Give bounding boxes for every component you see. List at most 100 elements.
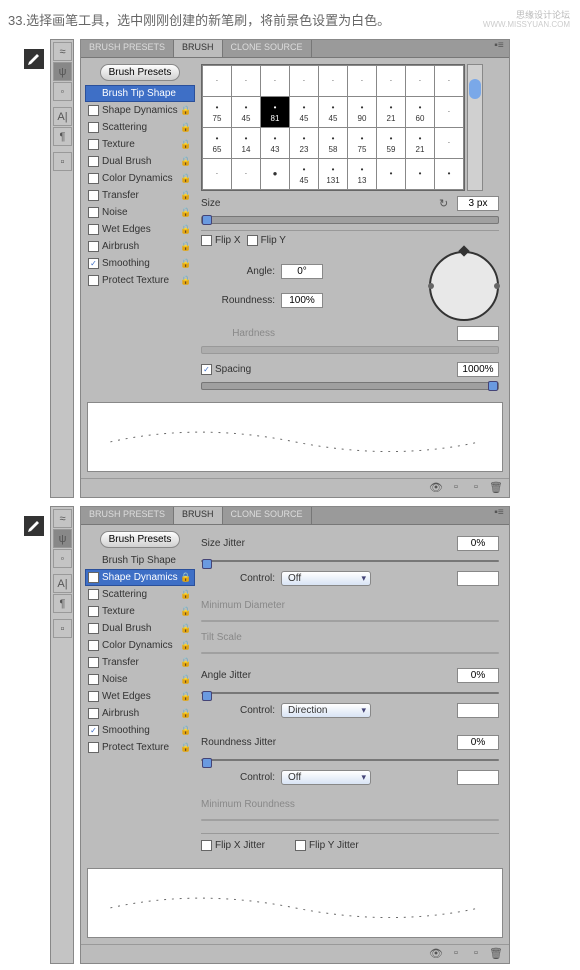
tab-brush-presets[interactable]: BRUSH PRESETS xyxy=(81,40,174,57)
brush-cell[interactable]: · xyxy=(435,128,463,158)
new-icon-2[interactable]: ▫ xyxy=(469,947,483,961)
option-smoothing[interactable]: Smoothing🔒 xyxy=(85,722,195,739)
brush-cell[interactable]: •14 xyxy=(232,128,260,158)
grid-scrollbar[interactable] xyxy=(467,64,483,191)
option-noise[interactable]: Noise🔒 xyxy=(85,204,195,221)
trash-icon-2[interactable]: 🗑 xyxy=(489,947,503,961)
brush-cell[interactable]: •45 xyxy=(319,97,347,127)
angle-jitter-slider[interactable] xyxy=(201,692,499,694)
option-checkbox[interactable] xyxy=(88,742,99,753)
tab-clone-source[interactable]: CLONE SOURCE xyxy=(223,40,312,57)
angle-preview[interactable] xyxy=(429,251,499,321)
size-slider[interactable] xyxy=(201,216,499,224)
brush-cell[interactable]: · xyxy=(203,66,231,96)
doc-icon[interactable]: ▫ xyxy=(449,481,463,495)
option-color-dynamics[interactable]: Color Dynamics🔒 xyxy=(85,637,195,654)
lock-icon[interactable]: 🔒 xyxy=(180,105,192,116)
option-checkbox[interactable] xyxy=(88,275,99,286)
panel-menu-icon-2[interactable]: ▪≡ xyxy=(489,507,509,524)
tab-brush[interactable]: BRUSH xyxy=(174,40,223,57)
brush-cell[interactable]: ● xyxy=(261,159,289,189)
brush-cell[interactable]: · xyxy=(232,159,260,189)
tool-btn-2[interactable]: ψ xyxy=(53,62,72,81)
brush-cell[interactable]: · xyxy=(435,97,463,127)
option-wet-edges[interactable]: Wet Edges🔒 xyxy=(85,688,195,705)
size-input[interactable] xyxy=(457,196,499,211)
brush-cell[interactable]: · xyxy=(406,66,434,96)
lock-icon[interactable]: 🔒 xyxy=(180,657,192,668)
brush-cell[interactable]: •43 xyxy=(261,128,289,158)
option-texture[interactable]: Texture🔒 xyxy=(85,603,195,620)
brush-cell[interactable]: •131 xyxy=(319,159,347,189)
tab-clone-source-2[interactable]: CLONE SOURCE xyxy=(223,507,312,524)
brush-presets-button[interactable]: Brush Presets xyxy=(100,64,181,81)
option-texture[interactable]: Texture🔒 xyxy=(85,136,195,153)
option-wet-edges[interactable]: Wet Edges🔒 xyxy=(85,221,195,238)
tool-btn-4[interactable]: A| xyxy=(53,107,72,126)
option-checkbox[interactable] xyxy=(88,258,99,269)
option-checkbox[interactable] xyxy=(88,241,99,252)
angle-control-select[interactable]: Direction xyxy=(281,703,371,718)
flipy-jitter-checkbox[interactable] xyxy=(295,840,306,851)
brush-cell[interactable]: • xyxy=(377,159,405,189)
brush-cell[interactable]: •90 xyxy=(348,97,376,127)
tool-btn-1[interactable]: ≈ xyxy=(53,42,72,61)
option-checkbox[interactable] xyxy=(88,725,99,736)
brush-cell[interactable]: · xyxy=(232,66,260,96)
hardness-slider[interactable] xyxy=(201,346,499,354)
roundness-jitter-input[interactable] xyxy=(457,735,499,750)
brush-cell[interactable]: · xyxy=(290,66,318,96)
option-checkbox[interactable] xyxy=(88,224,99,235)
option-checkbox[interactable] xyxy=(88,572,99,583)
brush-cell[interactable]: · xyxy=(203,159,231,189)
lock-icon[interactable]: 🔒 xyxy=(180,224,192,235)
option-brush-tip-shape[interactable]: Brush Tip Shape xyxy=(85,85,195,102)
option-checkbox[interactable] xyxy=(88,691,99,702)
option-transfer[interactable]: Transfer🔒 xyxy=(85,187,195,204)
brush-cell[interactable]: •45 xyxy=(232,97,260,127)
doc-icon-2[interactable]: ▫ xyxy=(449,947,463,961)
brush-cell[interactable]: • xyxy=(406,159,434,189)
roundness-jitter-slider[interactable] xyxy=(201,759,499,761)
option-checkbox[interactable] xyxy=(88,674,99,685)
angle-input[interactable] xyxy=(281,264,323,279)
brush-tip-grid[interactable]: ·········•75•45•81•45•45•90•21•60·•65•14… xyxy=(201,64,465,191)
option-noise[interactable]: Noise🔒 xyxy=(85,671,195,688)
option-checkbox[interactable] xyxy=(88,105,99,116)
option-scattering[interactable]: Scattering🔒 xyxy=(85,119,195,136)
option-checkbox[interactable] xyxy=(88,122,99,133)
option-checkbox[interactable] xyxy=(88,606,99,617)
tool-btn-6[interactable]: ▫ xyxy=(53,152,72,171)
option-transfer[interactable]: Transfer🔒 xyxy=(85,654,195,671)
brush-cell[interactable]: •75 xyxy=(348,128,376,158)
option-airbrush[interactable]: Airbrush🔒 xyxy=(85,238,195,255)
option-airbrush[interactable]: Airbrush🔒 xyxy=(85,705,195,722)
roundness-input[interactable] xyxy=(281,293,323,308)
option-brush-tip-shape[interactable]: Brush Tip Shape xyxy=(85,552,195,569)
brush-cell[interactable]: · xyxy=(377,66,405,96)
brush-presets-button-2[interactable]: Brush Presets xyxy=(100,531,181,548)
option-checkbox[interactable] xyxy=(88,708,99,719)
lock-icon[interactable]: 🔒 xyxy=(180,708,192,719)
tool-btn-6b[interactable]: ▫ xyxy=(53,619,72,638)
size-control-input[interactable] xyxy=(457,571,499,586)
lock-icon[interactable]: 🔒 xyxy=(180,691,192,702)
option-checkbox[interactable] xyxy=(88,589,99,600)
lock-icon[interactable]: 🔒 xyxy=(180,207,192,218)
brush-cell[interactable]: •59 xyxy=(377,128,405,158)
lock-icon[interactable]: 🔒 xyxy=(180,190,192,201)
trash-icon[interactable]: 🗑 xyxy=(489,481,503,495)
tool-btn-3b[interactable]: ◦ xyxy=(53,549,72,568)
lock-icon[interactable]: 🔒 xyxy=(180,742,192,753)
lock-icon[interactable]: 🔒 xyxy=(180,173,192,184)
lock-icon[interactable]: 🔒 xyxy=(180,122,192,133)
lock-icon[interactable]: 🔒 xyxy=(180,258,192,269)
roundness-control-input[interactable] xyxy=(457,770,499,785)
spacing-input[interactable] xyxy=(457,362,499,377)
roundness-control-select[interactable]: Off xyxy=(281,770,371,785)
option-smoothing[interactable]: Smoothing🔒 xyxy=(85,255,195,272)
lock-icon[interactable]: 🔒 xyxy=(180,606,192,617)
option-checkbox[interactable] xyxy=(88,657,99,668)
option-dual-brush[interactable]: Dual Brush🔒 xyxy=(85,620,195,637)
angle-control-input[interactable] xyxy=(457,703,499,718)
